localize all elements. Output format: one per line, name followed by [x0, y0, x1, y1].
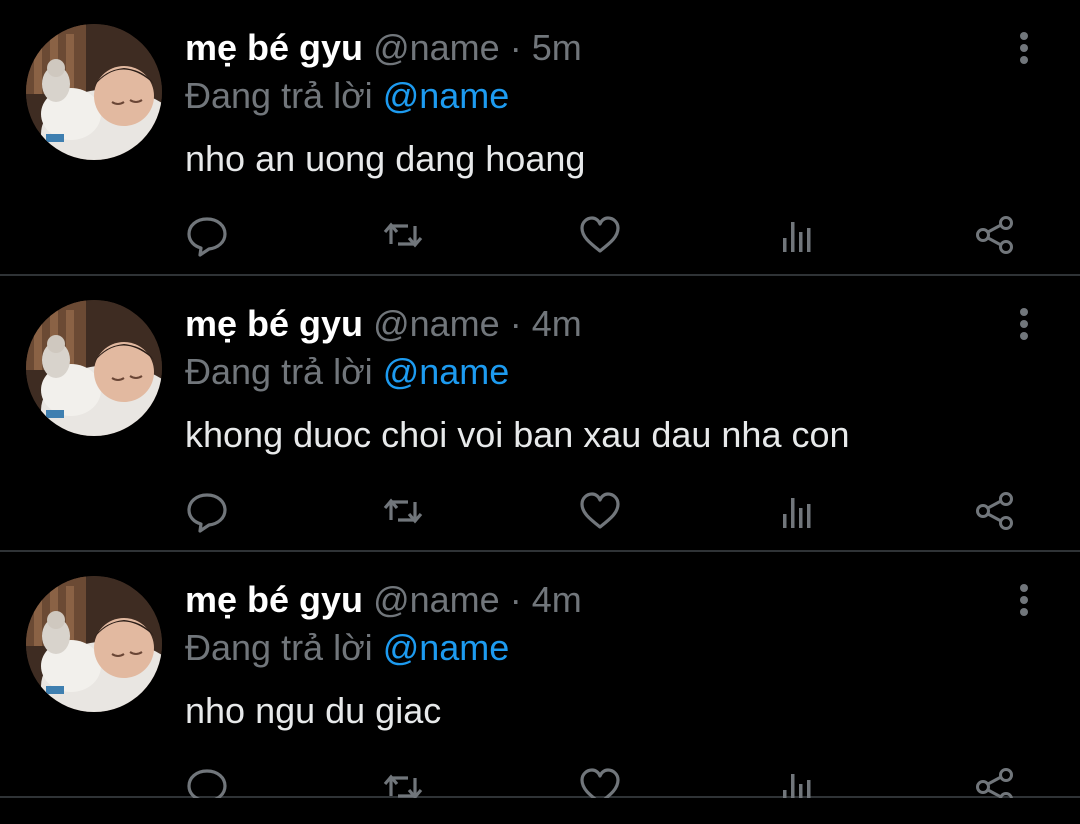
separator-dot: ·	[509, 303, 522, 344]
separator-dot: ·	[509, 27, 522, 68]
heart-icon[interactable]	[578, 488, 622, 534]
heart-icon[interactable]	[578, 212, 622, 258]
timestamp[interactable]: 5m	[532, 27, 582, 68]
share-icon[interactable]	[973, 488, 1017, 534]
replying-to-label: Đang trả lời	[185, 75, 373, 116]
share-icon[interactable]	[973, 212, 1017, 258]
retweet-icon[interactable]	[381, 212, 425, 258]
tweet-header: mẹ bé gyu @name · 5m	[185, 26, 582, 70]
replying-to: Đang trả lời @name	[185, 74, 509, 118]
tweet-text: khong duoc choi voi ban xau dau nha con	[185, 414, 850, 455]
separator-dot: ·	[509, 579, 522, 620]
replying-to: Đang trả lời @name	[185, 626, 509, 670]
tweet-actions	[185, 212, 1035, 262]
views-icon[interactable]	[775, 212, 819, 258]
more-vertical-icon[interactable]	[1010, 28, 1038, 68]
reply-mention-link[interactable]: @name	[383, 627, 510, 668]
display-name[interactable]: mẹ bé gyu	[185, 27, 363, 68]
tweet-actions	[185, 488, 1035, 538]
reply-mention-link[interactable]: @name	[383, 75, 510, 116]
retweet-icon[interactable]	[381, 764, 425, 798]
timestamp[interactable]: 4m	[532, 303, 582, 344]
reply-mention-link[interactable]: @name	[383, 351, 510, 392]
share-icon[interactable]	[973, 764, 1017, 798]
tweet-header: mẹ bé gyu @name · 4m	[185, 302, 582, 346]
more-vertical-icon[interactable]	[1010, 580, 1038, 620]
avatar[interactable]	[26, 24, 162, 160]
comment-icon[interactable]	[185, 212, 229, 258]
heart-icon[interactable]	[578, 764, 622, 798]
avatar[interactable]	[26, 576, 162, 712]
tweet-text: nho an uong dang hoang	[185, 138, 586, 179]
retweet-icon[interactable]	[381, 488, 425, 534]
tweet-actions	[185, 764, 1035, 798]
tweet-feed: mẹ bé gyu @name · 5m Đang trả lời @name …	[0, 0, 1080, 824]
comment-icon[interactable]	[185, 488, 229, 534]
avatar[interactable]	[26, 300, 162, 436]
user-handle[interactable]: @name	[373, 27, 500, 68]
replying-to: Đang trả lời @name	[185, 350, 509, 394]
tweet-item[interactable]: mẹ bé gyu @name · 4m Đang trả lời @name …	[0, 276, 1080, 552]
user-handle[interactable]: @name	[373, 579, 500, 620]
display-name[interactable]: mẹ bé gyu	[185, 579, 363, 620]
display-name[interactable]: mẹ bé gyu	[185, 303, 363, 344]
timestamp[interactable]: 4m	[532, 579, 582, 620]
views-icon[interactable]	[775, 488, 819, 534]
more-vertical-icon[interactable]	[1010, 304, 1038, 344]
tweet-item[interactable]: mẹ bé gyu @name · 5m Đang trả lời @name …	[0, 0, 1080, 276]
comment-icon[interactable]	[185, 764, 229, 798]
replying-to-label: Đang trả lời	[185, 351, 373, 392]
replying-to-label: Đang trả lời	[185, 627, 373, 668]
tweet-text: nho ngu du giac	[185, 690, 442, 731]
user-handle[interactable]: @name	[373, 303, 500, 344]
tweet-item[interactable]: mẹ bé gyu @name · 4m Đang trả lời @name …	[0, 552, 1080, 798]
views-icon[interactable]	[775, 764, 819, 798]
tweet-header: mẹ bé gyu @name · 4m	[185, 578, 582, 622]
